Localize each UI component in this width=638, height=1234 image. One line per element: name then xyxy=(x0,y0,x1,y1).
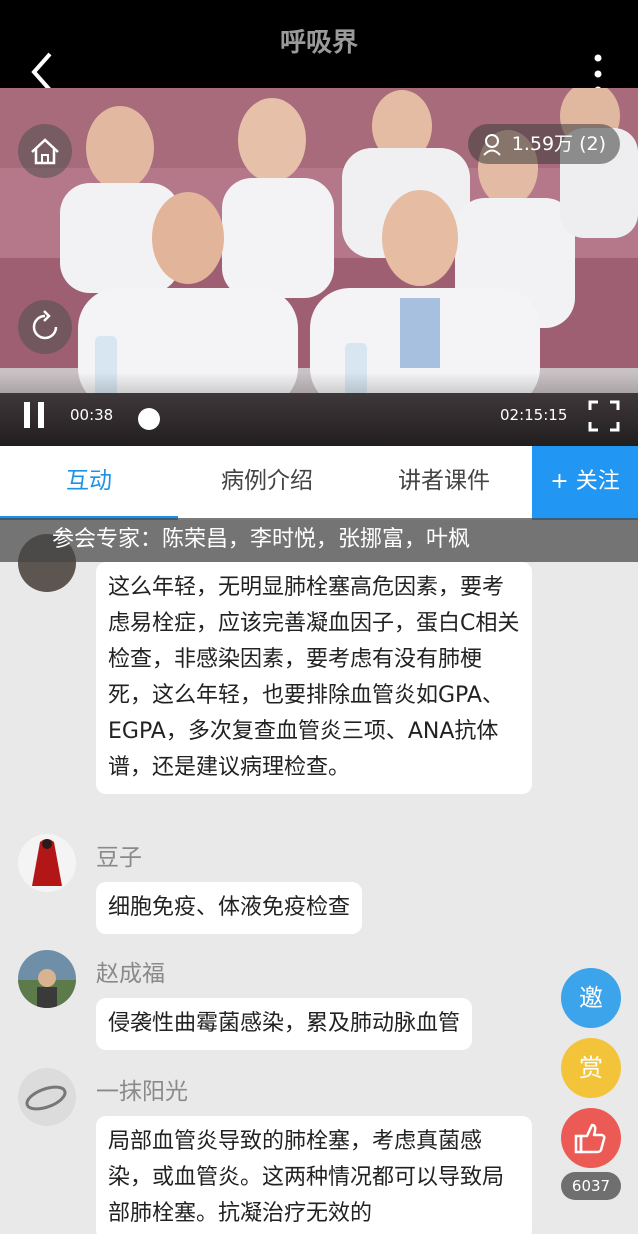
tab-interaction[interactable]: 互动 xyxy=(0,446,178,520)
video-player[interactable]: 1.59万 (2) 00:38 02:15:15 xyxy=(0,88,638,446)
home-icon xyxy=(31,138,59,165)
user-name: 一抹阳光 xyxy=(96,1079,188,1105)
viewer-icon xyxy=(482,134,501,156)
title-bar: 呼吸界 xyxy=(0,0,638,94)
reward-button[interactable]: 赏 xyxy=(561,1038,621,1098)
refresh-button[interactable] xyxy=(18,300,72,354)
viewer-count-badge: 1.59万 (2) xyxy=(467,124,620,164)
avatar[interactable] xyxy=(18,950,76,1008)
message-bubble: 局部血管炎导致的肺栓塞，考虑真菌感染，或血管炎。这两种情况都可以导致局部肺栓塞。… xyxy=(96,1116,532,1234)
pause-button[interactable] xyxy=(22,402,50,428)
invite-button[interactable]: 邀 xyxy=(561,968,621,1028)
like-button[interactable] xyxy=(561,1108,621,1168)
seek-handle[interactable] xyxy=(138,408,160,430)
tab-bar: 互动 病例介绍 讲者课件 + 关注 xyxy=(0,446,638,520)
message-bubble: 侵袭性曲霉菌感染，累及肺动脉血管 xyxy=(96,998,473,1050)
fullscreen-icon[interactable] xyxy=(588,400,620,432)
follow-button[interactable]: + 关注 xyxy=(532,446,638,520)
refresh-icon xyxy=(32,310,58,340)
player-controls: 00:38 02:15:15 xyxy=(0,372,638,446)
avatar[interactable] xyxy=(18,1068,76,1126)
pause-icon xyxy=(24,402,30,428)
user-name: 豆子 xyxy=(96,845,142,871)
experts-banner: 参会专家：陈荣昌，李时悦，张挪富，叶枫 xyxy=(0,518,638,562)
home-button[interactable] xyxy=(18,124,72,178)
page-title: 呼吸界 xyxy=(279,28,358,58)
avatar[interactable] xyxy=(18,834,76,892)
current-time: 00:38 xyxy=(70,406,114,424)
tab-case-intro[interactable]: 病例介绍 xyxy=(178,446,356,520)
tab-slides[interactable]: 讲者课件 xyxy=(356,446,532,520)
total-time: 02:15:15 xyxy=(500,406,568,424)
like-count: 6037 xyxy=(561,1172,621,1200)
chat-list[interactable]: 这么年轻，无明显肺栓塞高危因素，要考虑易栓症，应该完善凝血因子，蛋白C相关检查，… xyxy=(0,520,638,1234)
user-name: 赵成福 xyxy=(96,961,165,987)
viewer-count-text: 1.59万 (2) xyxy=(511,133,606,155)
thumbs-up-icon xyxy=(574,1123,606,1154)
message-bubble: 这么年轻，无明显肺栓塞高危因素，要考虑易栓症，应该完善凝血因子，蛋白C相关检查，… xyxy=(96,562,532,794)
message-bubble: 细胞免疫、体液免疫检查 xyxy=(96,882,363,934)
